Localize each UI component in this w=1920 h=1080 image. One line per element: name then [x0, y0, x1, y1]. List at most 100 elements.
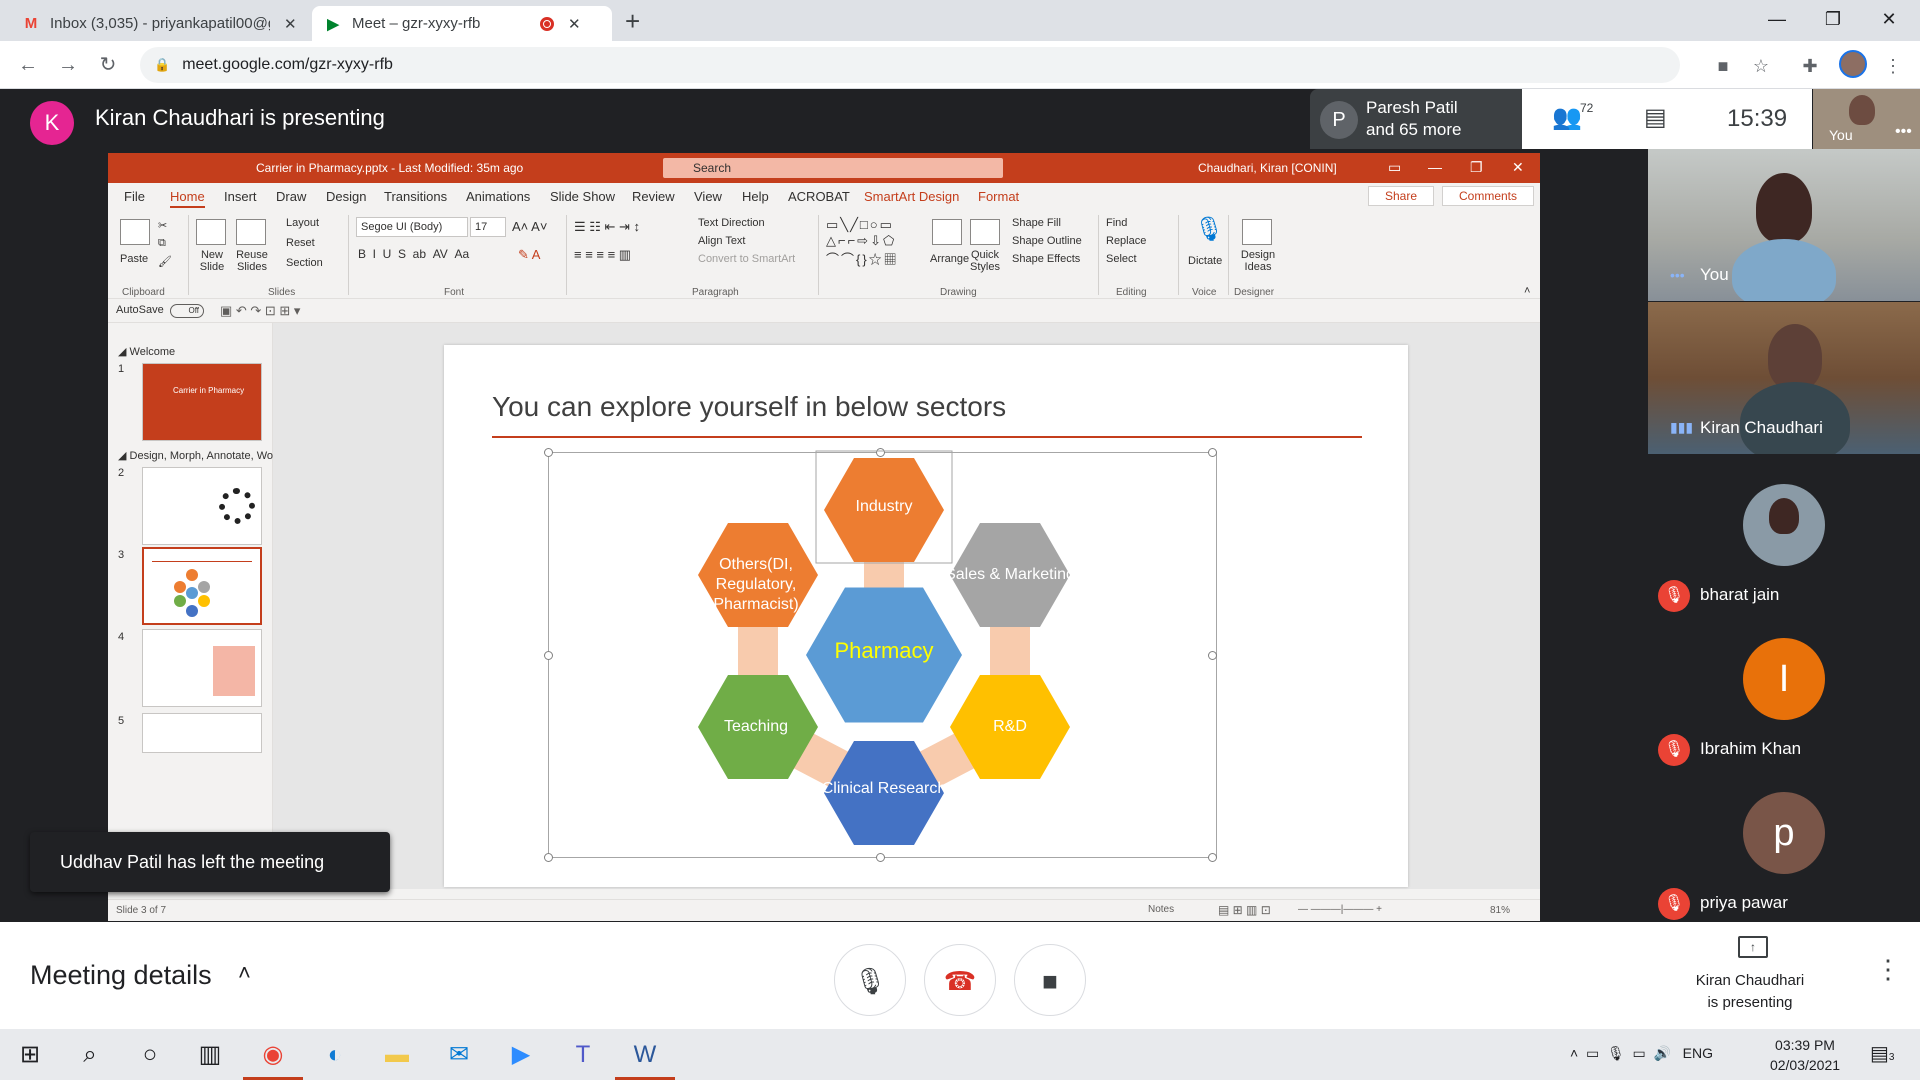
- more-options-icon[interactable]: ⋮: [1875, 954, 1901, 985]
- camera-icon[interactable]: ■: [1710, 53, 1736, 79]
- self-view-mini[interactable]: You •••: [1813, 89, 1920, 149]
- zoom-level[interactable]: 81%: [1490, 905, 1510, 916]
- format-painter-icon[interactable]: 🖌: [158, 255, 172, 268]
- present-screen-icon[interactable]: ↑: [1738, 936, 1768, 958]
- reuse-slides-icon[interactable]: [236, 219, 266, 245]
- quick-styles-icon[interactable]: [970, 219, 1000, 245]
- extensions-icon[interactable]: ✚: [1797, 53, 1823, 79]
- hex-label-rd[interactable]: R&D: [940, 717, 1080, 737]
- reload-button[interactable]: ↻: [92, 49, 124, 81]
- autosave-toggle[interactable]: Off: [170, 304, 204, 318]
- find-button[interactable]: Find: [1106, 217, 1127, 229]
- windows-start-icon[interactable]: ⊞: [0, 1029, 60, 1080]
- tab-gmail[interactable]: M Inbox (3,035) - priyankapatil00@g ✕: [10, 6, 310, 41]
- participant-item[interactable]: p 🎙 priya pawar: [1648, 770, 1920, 924]
- cut-icon[interactable]: ✂: [158, 219, 167, 232]
- layout-button[interactable]: Layout: [286, 217, 319, 229]
- section-welcome[interactable]: ◢ Welcome: [118, 345, 175, 358]
- ribbon-display-icon[interactable]: ▭: [1388, 159, 1401, 176]
- menu-draw[interactable]: Draw: [276, 189, 306, 204]
- slide-thumbnail-3[interactable]: [142, 547, 262, 625]
- font-format-icons[interactable]: B I U S ab AV Aa: [358, 247, 469, 261]
- menu-file[interactable]: File: [124, 189, 145, 204]
- slide-thumbnail-1[interactable]: Carrier in Pharmacy: [142, 363, 262, 441]
- section-design[interactable]: ◢ Design, Morph, Annotate, Wo...: [118, 449, 282, 462]
- shape-fill-button[interactable]: Shape Fill: [1012, 217, 1061, 229]
- bullets-icon[interactable]: ☰ ☷ ⇤ ⇥ ↕: [574, 219, 640, 235]
- collapse-ribbon-icon[interactable]: ˄: [1524, 285, 1530, 297]
- search-icon[interactable]: ⌕: [60, 1029, 120, 1080]
- notes-button[interactable]: Notes: [1148, 904, 1174, 915]
- ppt-close-button[interactable]: ✕: [1512, 159, 1524, 176]
- view-buttons[interactable]: ▤ ⊞ ▥ ⊡: [1218, 903, 1271, 917]
- tab-meet[interactable]: ▶ Meet – gzr-xyxy-rfb ✕: [312, 6, 612, 41]
- menu-smartart-design[interactable]: SmartArt Design: [864, 189, 959, 204]
- font-size-box[interactable]: 17: [470, 217, 506, 237]
- chrome-icon[interactable]: ◉: [243, 1029, 303, 1080]
- more-menu-icon[interactable]: ⋮: [1880, 53, 1906, 79]
- hex-label-clinical[interactable]: Clinical Research: [814, 779, 954, 799]
- share-button[interactable]: Share: [1368, 186, 1434, 206]
- design-ideas-icon[interactable]: [1242, 219, 1272, 245]
- text-direction-button[interactable]: Text Direction: [698, 217, 765, 229]
- language-indicator[interactable]: ENG: [1683, 1045, 1713, 1061]
- file-explorer-icon[interactable]: ▬: [367, 1029, 427, 1080]
- taskbar-clock[interactable]: 03:39 PM 02/03/2021: [1760, 1035, 1850, 1075]
- hex-label-others[interactable]: Others(DI, Regulatory, Pharmacist): [686, 555, 826, 615]
- hex-label-sales[interactable]: Sales & Marketing: [940, 565, 1080, 585]
- microphone-icon[interactable]: 🎙: [1194, 215, 1224, 244]
- teams-icon[interactable]: T: [553, 1029, 613, 1080]
- camera-button[interactable]: ■: [1014, 944, 1086, 1016]
- system-tray[interactable]: ˄ ▭ 🎙 ▭ 🔊 ENG: [1570, 1045, 1713, 1062]
- participant-item[interactable]: I 🎙 Ibrahim Khan: [1648, 616, 1920, 770]
- font-color-icon[interactable]: ✎ A: [518, 247, 540, 263]
- close-window-button[interactable]: ✕: [1864, 4, 1914, 34]
- menu-acrobat[interactable]: ACROBAT: [788, 189, 850, 204]
- notification-center-icon[interactable]: ▤3: [1870, 1041, 1894, 1066]
- hex-label-pharmacy[interactable]: Pharmacy: [784, 640, 984, 662]
- new-slide-icon[interactable]: [196, 219, 226, 245]
- word-icon[interactable]: W: [615, 1029, 675, 1080]
- more-options-icon[interactable]: •••: [1895, 123, 1912, 141]
- maximize-button[interactable]: ❐: [1808, 4, 1858, 34]
- menu-home[interactable]: Home: [170, 189, 205, 208]
- close-icon[interactable]: ✕: [568, 15, 581, 33]
- menu-animations[interactable]: Animations: [466, 189, 530, 204]
- cortana-icon[interactable]: ○: [120, 1029, 180, 1080]
- meeting-details-button[interactable]: Meeting details: [30, 960, 212, 991]
- mail-icon[interactable]: ✉: [429, 1029, 489, 1080]
- menu-insert[interactable]: Insert: [224, 189, 257, 204]
- zoom-slider[interactable]: — ———|——— +: [1298, 904, 1382, 915]
- current-slide[interactable]: You can explore yourself in below sector…: [444, 345, 1408, 887]
- section-button[interactable]: Section: [286, 257, 323, 269]
- bookmark-star-icon[interactable]: ☆: [1748, 53, 1774, 79]
- menu-slide-show[interactable]: Slide Show: [550, 189, 615, 204]
- grow-font-icon[interactable]: A˄ A˅: [512, 219, 547, 234]
- comments-button[interactable]: Comments: [1442, 186, 1534, 206]
- tray-icons[interactable]: ˄ ▭ 🎙 ▭ 🔊: [1570, 1045, 1679, 1061]
- copy-icon[interactable]: ⧉: [158, 237, 166, 250]
- menu-design[interactable]: Design: [326, 189, 366, 204]
- edge-icon[interactable]: ◐: [305, 1029, 365, 1080]
- shapes-gallery[interactable]: ▭╲╱□○▭ △⌐⌐⇨⇩⬠ ⌒⌒{}☆▦: [826, 217, 899, 268]
- align-text-button[interactable]: Align Text: [698, 235, 746, 247]
- back-button[interactable]: ←: [12, 49, 44, 81]
- slide-thumbnail-2[interactable]: [142, 467, 262, 545]
- shape-outline-button[interactable]: Shape Outline: [1012, 235, 1082, 247]
- align-icons[interactable]: ≡ ≡ ≡ ≡ ▥: [574, 247, 631, 263]
- ppt-minimize-button[interactable]: —: [1428, 159, 1442, 175]
- task-view-icon[interactable]: ▥: [180, 1029, 240, 1080]
- menu-view[interactable]: View: [694, 189, 722, 204]
- menu-format[interactable]: Format: [978, 189, 1019, 204]
- people-icon[interactable]: 👥: [1552, 103, 1582, 132]
- font-name-box[interactable]: Segoe UI (Body): [356, 217, 468, 237]
- close-icon[interactable]: ✕: [284, 15, 297, 33]
- replace-button[interactable]: Replace: [1106, 235, 1146, 247]
- slide-thumbnail-4[interactable]: [142, 629, 262, 707]
- ppt-search-box[interactable]: Search: [663, 158, 1003, 178]
- qat-icons[interactable]: ▣ ↶ ↷ ⊡ ⊞ ▾: [220, 303, 300, 319]
- participants-chip[interactable]: P Paresh Patil and 65 more: [1310, 89, 1522, 149]
- arrange-icon[interactable]: [932, 219, 962, 245]
- microphone-button[interactable]: 🎙: [834, 944, 906, 1016]
- forward-button[interactable]: →: [52, 49, 84, 81]
